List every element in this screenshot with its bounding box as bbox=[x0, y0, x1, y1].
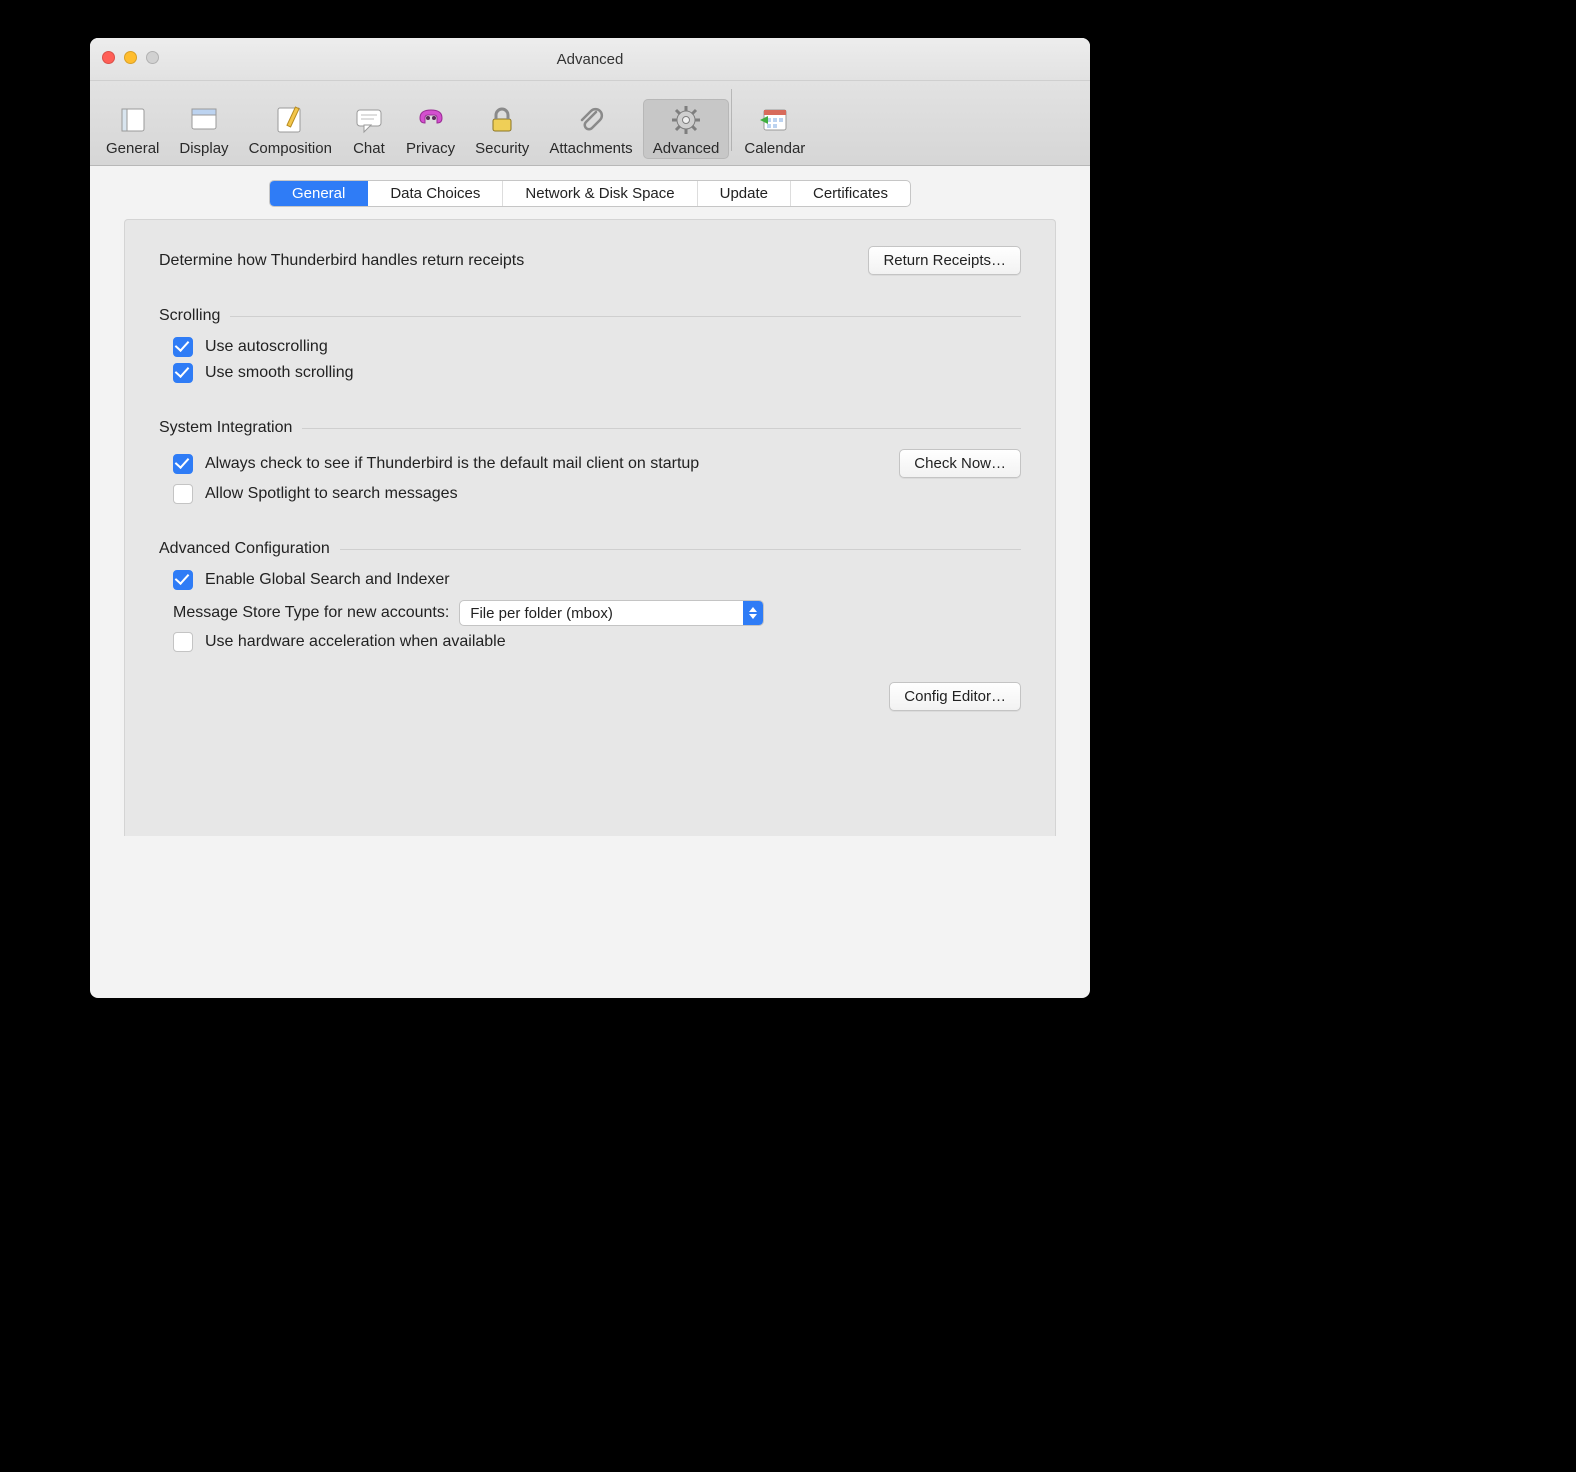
tool-label: Display bbox=[179, 140, 228, 157]
select-stepper-icon bbox=[743, 601, 763, 625]
spotlight-label: Allow Spotlight to search messages bbox=[205, 485, 458, 503]
message-store-type-label: Message Store Type for new accounts: bbox=[173, 604, 449, 622]
default-mail-client-checkbox[interactable] bbox=[173, 454, 193, 474]
global-search-checkbox[interactable] bbox=[173, 570, 193, 590]
smooth-scrolling-label: Use smooth scrolling bbox=[205, 364, 354, 382]
privacy-icon bbox=[414, 103, 448, 137]
tool-label: Privacy bbox=[406, 140, 455, 157]
gear-icon bbox=[669, 103, 703, 137]
titlebar: Advanced bbox=[90, 38, 1090, 81]
toolbar-separator bbox=[731, 89, 732, 151]
tool-label: Chat bbox=[353, 140, 385, 157]
display-icon bbox=[187, 103, 221, 137]
tool-advanced[interactable]: Advanced bbox=[643, 99, 730, 159]
tool-composition[interactable]: Composition bbox=[239, 99, 342, 159]
close-icon[interactable] bbox=[102, 51, 115, 64]
general-icon bbox=[116, 103, 150, 137]
security-icon bbox=[485, 103, 519, 137]
tool-label: Composition bbox=[249, 140, 332, 157]
tool-privacy[interactable]: Privacy bbox=[396, 99, 465, 159]
autoscrolling-checkbox[interactable] bbox=[173, 337, 193, 357]
global-search-label: Enable Global Search and Indexer bbox=[205, 571, 450, 589]
hardware-acceleration-checkbox[interactable] bbox=[173, 632, 193, 652]
spotlight-checkbox[interactable] bbox=[173, 484, 193, 504]
tool-label: Calendar bbox=[744, 140, 805, 157]
zoom-icon bbox=[146, 51, 159, 64]
section-scrolling: Scrolling bbox=[159, 307, 1021, 325]
traffic-lights bbox=[102, 51, 159, 64]
section-advanced-configuration: Advanced Configuration bbox=[159, 540, 1021, 558]
composition-icon bbox=[273, 103, 307, 137]
divider bbox=[302, 428, 1021, 429]
return-receipts-button[interactable]: Return Receipts… bbox=[868, 246, 1021, 275]
minimize-icon[interactable] bbox=[124, 51, 137, 64]
config-editor-button[interactable]: Config Editor… bbox=[889, 682, 1021, 711]
return-receipts-description: Determine how Thunderbird handles return… bbox=[159, 252, 524, 270]
default-mail-client-label: Always check to see if Thunderbird is th… bbox=[205, 455, 699, 473]
message-store-type-select[interactable]: File per folder (mbox) bbox=[459, 600, 764, 626]
content-panel: Determine how Thunderbird handles return… bbox=[124, 219, 1056, 836]
hardware-acceleration-label: Use hardware acceleration when available bbox=[205, 633, 506, 651]
tool-attachments[interactable]: Attachments bbox=[539, 99, 642, 159]
tool-label: Attachments bbox=[549, 140, 632, 157]
subtab-data-choices[interactable]: Data Choices bbox=[368, 181, 503, 206]
subtab-bar: General Data Choices Network & Disk Spac… bbox=[90, 166, 1090, 207]
chat-icon bbox=[352, 103, 386, 137]
autoscrolling-label: Use autoscrolling bbox=[205, 338, 328, 356]
smooth-scrolling-checkbox[interactable] bbox=[173, 363, 193, 383]
check-now-button[interactable]: Check Now… bbox=[899, 449, 1021, 478]
subtab-general[interactable]: General bbox=[270, 181, 368, 206]
message-store-type-value: File per folder (mbox) bbox=[460, 603, 743, 624]
section-title: System Integration bbox=[159, 419, 292, 437]
tool-label: Security bbox=[475, 140, 529, 157]
divider bbox=[230, 316, 1021, 317]
preferences-toolbar: General Display Composition Chat bbox=[90, 81, 1090, 166]
subtab-network-disk[interactable]: Network & Disk Space bbox=[503, 181, 697, 206]
subtab-update[interactable]: Update bbox=[698, 181, 791, 206]
tool-display[interactable]: Display bbox=[169, 99, 238, 159]
tool-general[interactable]: General bbox=[96, 99, 169, 159]
attachments-icon bbox=[574, 103, 608, 137]
tool-calendar[interactable]: Calendar bbox=[734, 99, 815, 159]
section-system-integration: System Integration bbox=[159, 419, 1021, 437]
section-title: Advanced Configuration bbox=[159, 540, 330, 558]
subtab-certificates[interactable]: Certificates bbox=[791, 181, 910, 206]
tool-chat[interactable]: Chat bbox=[342, 99, 396, 159]
window-title: Advanced bbox=[557, 51, 624, 68]
tool-label: General bbox=[106, 140, 159, 157]
divider bbox=[340, 549, 1021, 550]
tool-security[interactable]: Security bbox=[465, 99, 539, 159]
section-title: Scrolling bbox=[159, 307, 220, 325]
preferences-window: Advanced General Display Composition bbox=[90, 38, 1090, 998]
calendar-icon bbox=[758, 103, 792, 137]
tool-label: Advanced bbox=[653, 140, 720, 157]
